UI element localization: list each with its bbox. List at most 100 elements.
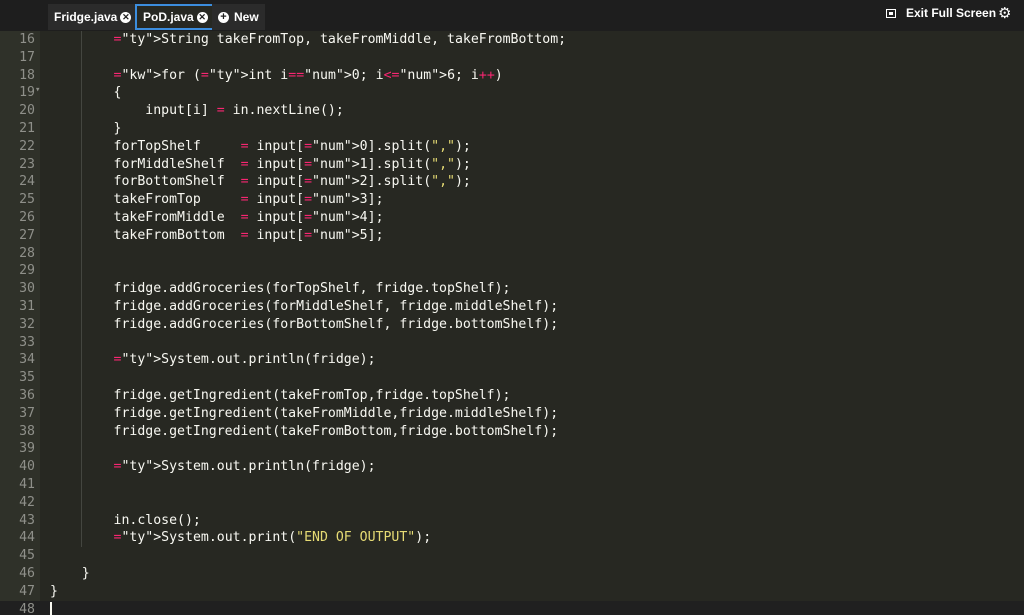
code-line[interactable]: 29 [0,262,1024,280]
close-icon[interactable]: ✕ [120,11,132,23]
gear-icon[interactable]: ⚙ [998,4,1011,22]
code-text: ="ty">String takeFromTop, takeFromMiddle… [113,32,567,47]
plus-icon: + [218,11,229,23]
close-icon[interactable]: ✕ [196,11,208,23]
code-text: takeFromBottom = input[="num">5]; [50,227,384,243]
code-line[interactable]: 31 fridge.addGroceries(forMiddleShelf, f… [0,298,1024,316]
code-line[interactable]: 26 takeFromMiddle = input[="num">4]; [0,209,1024,227]
code-line[interactable]: 16 ="ty">String takeFromTop, takeFromMid… [0,31,1024,49]
code-text: takeFromMiddle = input[="num">4]; [50,210,384,225]
code-line[interactable]: 18 ="kw">for (="ty">int i=="num">0; i<="… [0,67,1024,85]
line-number: 38 [19,423,35,439]
code-text: fridge.getIngredient(takeFromBottom,frid… [50,423,559,439]
code-text: forMiddleShelf = input[="num">1].split("… [50,156,471,172]
line-number: 30 [19,281,35,297]
fold-arrow-icon[interactable]: ▾ [35,81,40,99]
code-text: in.close(); [50,512,201,528]
code-text: forBottomShelf = input[="num">2].split("… [50,174,471,190]
code-line[interactable]: 48 [0,600,1024,615]
tab-pod-java[interactable]: PoD.java ✕ [135,4,216,30]
line-number: 31 [19,299,35,314]
line-number: 33 [19,334,35,350]
tab-fridge-java[interactable]: Fridge.java ✕ [48,4,138,30]
code-line[interactable]: 21 } [0,120,1024,138]
line-number: 25 [19,192,35,208]
line-number: 20 [19,103,35,119]
exit-fullscreen-button[interactable]: Exit Full Screen [886,6,996,20]
line-number: 47 [19,583,35,599]
code-text: takeFromTop = input[="num">3]; [50,192,384,208]
code-text: fridge.getIngredient(takeFromTop,fridge.… [50,388,511,403]
code-line[interactable]: 44 ="ty">System.out.print("END OF OUTPUT… [0,529,1024,547]
line-number: 46 [19,566,35,581]
code-line[interactable]: 40 ="ty">System.out.println(fridge); [0,458,1024,476]
line-number: 48 [19,601,35,615]
code-text: forTopShelf = input[="num">0].split(",")… [50,138,471,154]
tab-label: Fridge.java [54,10,118,24]
code-line[interactable]: 42 [0,494,1024,512]
code-line[interactable]: 41 [0,476,1024,494]
indent-guide [81,31,82,548]
text-cursor [50,601,52,615]
new-tab-button[interactable]: + New [212,4,265,30]
code-line[interactable]: 27 takeFromBottom = input[="num">5]; [0,227,1024,245]
code-text: fridge.addGroceries(forTopShelf, fridge.… [50,281,511,297]
code-text: } [50,583,58,599]
code-text: ="kw">for (="ty">int i=="num">0; i<="num… [113,67,503,83]
line-number: 16 [19,32,35,47]
code-text: ="ty">System.out.print("END OF OUTPUT"); [113,530,432,546]
code-line[interactable]: 24 forBottomShelf = input[="num">2].spli… [0,173,1024,191]
line-number: 27 [19,227,35,243]
line-number: 44 [19,530,35,546]
code-text: ="ty">System.out.println(fridge); [113,459,376,475]
code-line[interactable]: 37 fridge.getIngredient(takeFromMiddle,f… [0,405,1024,423]
code-text: { [50,85,122,101]
code-text: fridge.getIngredient(takeFromMiddle,frid… [50,405,559,421]
code-line[interactable]: 19 ▾ { [0,84,1024,102]
line-number: 39 [19,441,35,457]
line-number: 37 [19,405,35,421]
line-number: 22 [19,138,35,154]
code-line[interactable]: 17 [0,49,1024,67]
code-line[interactable]: 36 fridge.getIngredient(takeFromTop,frid… [0,387,1024,405]
code-line[interactable]: 35 [0,369,1024,387]
code-line[interactable]: 28 [0,245,1024,263]
code-text: fridge.addGroceries(forBottomShelf, frid… [50,316,559,332]
code-line[interactable]: 33 [0,334,1024,352]
code-line[interactable]: 46 } [0,565,1024,583]
line-number: 36 [19,388,35,403]
line-number: 24 [19,174,35,190]
line-number: 26 [19,210,35,225]
code-line[interactable]: 47} [0,583,1024,601]
code-line[interactable]: 32 fridge.addGroceries(forBottomShelf, f… [0,316,1024,334]
code-line[interactable]: 38 fridge.getIngredient(takeFromBottom,f… [0,423,1024,441]
line-number: 19 [19,85,35,101]
code-line[interactable]: 45 [0,547,1024,565]
code-line[interactable]: 39 [0,440,1024,458]
tab-label: PoD.java [143,10,194,24]
line-number: 40 [19,459,35,475]
line-number: 34 [19,352,35,368]
code-line[interactable]: 30 fridge.addGroceries(forTopShelf, frid… [0,280,1024,298]
new-tab-label: New [234,10,259,24]
code-text: input[i] = in.nextLine(); [50,103,344,119]
line-number: 17 [19,49,35,65]
line-number: 18 [19,67,35,83]
exit-fullscreen-icon [886,8,896,18]
code-line[interactable]: 43 in.close(); [0,512,1024,530]
code-text: } [50,566,90,581]
code-line[interactable]: 20 input[i] = in.nextLine(); [0,102,1024,120]
line-number: 45 [19,548,35,564]
code-text: ="ty">System.out.println(fridge); [113,352,376,368]
code-line[interactable]: 34 ="ty">System.out.println(fridge); [0,351,1024,369]
code-line[interactable]: 22 forTopShelf = input[="num">0].split("… [0,138,1024,156]
line-number: 28 [19,245,35,261]
code-line[interactable]: 25 takeFromTop = input[="num">3]; [0,191,1024,209]
code-line[interactable]: 23 forMiddleShelf = input[="num">1].spli… [0,156,1024,174]
line-number: 23 [19,156,35,172]
line-number: 32 [19,316,35,332]
line-number: 41 [19,477,35,492]
line-number: 43 [19,512,35,528]
line-number: 42 [19,494,35,510]
line-number: 35 [19,370,35,386]
